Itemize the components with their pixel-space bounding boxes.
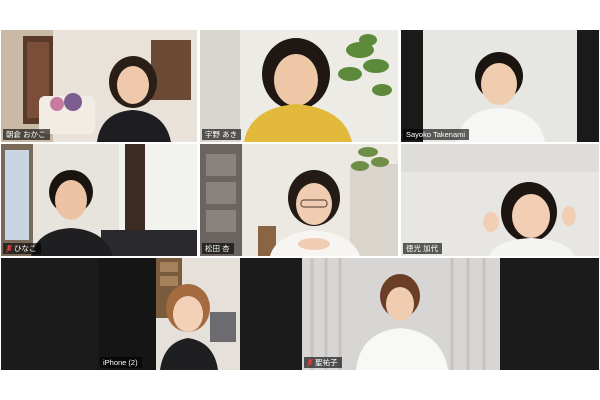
participant-video — [1, 144, 197, 256]
participant-name-tag: Sayoko Takenami — [403, 129, 470, 140]
participant-name: ひなこ — [14, 244, 37, 253]
gallery-empty-area — [1, 258, 599, 370]
video-gallery: 朝倉 おかこ 宇野 あき Sayoko Takenami ひなこ 松田 杏 徳光… — [0, 28, 600, 370]
participant-video — [302, 258, 500, 370]
participant-name-tag: ひなこ — [3, 243, 41, 254]
video-frame — [401, 144, 599, 256]
participant-video — [401, 144, 599, 256]
participant-name-tag: 松田 杏 — [202, 243, 234, 254]
participant-name: iPhone (2) — [103, 358, 138, 367]
participant-name: 聖祐子 — [315, 358, 338, 367]
video-frame — [200, 144, 398, 256]
participant-video — [200, 30, 398, 142]
participant-video — [200, 144, 398, 256]
participant-tile[interactable]: 徳光 加代 — [401, 144, 599, 256]
participant-tile[interactable]: 宇野 あき — [200, 30, 398, 142]
participant-name-tag: 宇野 あき — [202, 129, 242, 140]
participant-video — [156, 258, 240, 370]
participant-name-tag: 朝倉 おかこ — [3, 129, 50, 140]
participant-tile[interactable]: iPhone (2) — [98, 258, 240, 370]
participant-tile[interactable]: 松田 杏 — [200, 144, 398, 256]
video-frame — [1, 144, 197, 256]
video-frame — [401, 30, 599, 142]
participant-name: 徳光 加代 — [406, 244, 439, 253]
mic-muted-icon — [6, 244, 12, 253]
participant-name: 朝倉 おかこ — [6, 130, 46, 139]
video-frame — [200, 30, 398, 142]
participant-video — [1, 30, 197, 142]
participant-name: 宇野 あき — [205, 130, 238, 139]
mic-muted-icon — [307, 358, 313, 367]
participant-name-tag: 聖祐子 — [304, 357, 342, 368]
participant-tile-active-speaker[interactable]: Sayoko Takenami — [401, 30, 599, 142]
participant-name: 松田 杏 — [205, 244, 230, 253]
participant-name-tag: iPhone (2) — [100, 357, 142, 368]
participant-name-tag: 徳光 加代 — [403, 243, 443, 254]
participant-video — [401, 30, 599, 142]
video-frame — [302, 258, 500, 370]
participant-tile[interactable]: 聖祐子 — [302, 258, 500, 370]
participant-name: Sayoko Takenami — [406, 130, 466, 139]
video-frame — [156, 258, 240, 370]
participant-tile[interactable]: 朝倉 おかこ — [1, 30, 197, 142]
participant-tile[interactable]: ひなこ — [1, 144, 197, 256]
video-frame — [1, 30, 197, 142]
